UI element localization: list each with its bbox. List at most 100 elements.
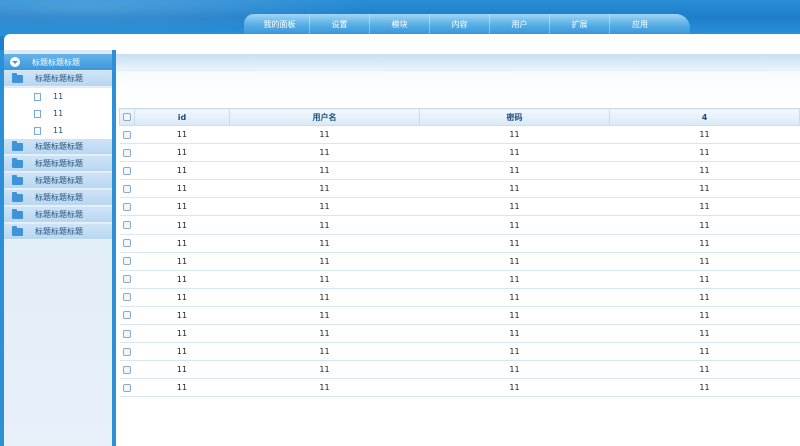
- sidebar-child-2[interactable]: 11: [4, 105, 112, 122]
- row-select-cell: [119, 306, 135, 326]
- table-cell: 11: [419, 161, 610, 181]
- nav-extensions[interactable]: 扩展: [550, 14, 610, 35]
- table-cell: 11: [134, 179, 230, 199]
- table-cell: 11: [609, 360, 800, 380]
- table-cell: 11: [134, 378, 230, 398]
- table-cell: 11: [134, 215, 230, 235]
- nav-modules[interactable]: 模块: [370, 14, 430, 35]
- table-cell: 11: [134, 197, 230, 217]
- row-select-cell: [119, 270, 135, 289]
- row-select-cell: [119, 179, 135, 199]
- table-cell: 11: [229, 342, 420, 362]
- table-cell: 11: [134, 270, 230, 289]
- table-row[interactable]: 11 11 11 11: [119, 342, 800, 362]
- sidebar-header[interactable]: 标题标题标题: [4, 54, 112, 70]
- table-cell: 11: [609, 378, 800, 398]
- table-row[interactable]: 11 11 11 11: [119, 306, 800, 326]
- row-checkbox[interactable]: [123, 130, 131, 139]
- nav-dashboard[interactable]: 我的面板: [250, 14, 310, 35]
- row-checkbox[interactable]: [123, 311, 131, 320]
- table-row[interactable]: 11 11 11 11: [119, 215, 800, 235]
- table-cell: 11: [419, 378, 610, 398]
- table-cell: 11: [419, 306, 610, 326]
- sidebar-group-6[interactable]: 标题标题标题: [4, 207, 112, 223]
- document-icon: [34, 126, 41, 135]
- row-select-cell: [119, 125, 135, 145]
- table-cell: 11: [134, 288, 230, 307]
- sidebar-group-7[interactable]: 标题标题标题: [4, 224, 112, 240]
- row-checkbox[interactable]: [123, 383, 131, 392]
- folder-icon: [12, 140, 23, 151]
- row-checkbox[interactable]: [123, 275, 131, 284]
- table-row[interactable]: 11 11 11 11: [119, 252, 800, 271]
- row-checkbox[interactable]: [123, 166, 131, 175]
- nav-apps[interactable]: 应用: [610, 14, 670, 35]
- row-checkbox[interactable]: [123, 293, 131, 302]
- table-row[interactable]: 11 11 11 11: [119, 197, 800, 217]
- row-checkbox[interactable]: [123, 365, 131, 374]
- sidebar-group-label: 标题标题标题: [35, 193, 83, 202]
- table-cell: 11: [419, 143, 610, 163]
- table-row[interactable]: 11 11 11 11: [119, 360, 800, 380]
- collapse-icon[interactable]: [10, 57, 20, 67]
- table-row[interactable]: 11 11 11 11: [119, 234, 800, 253]
- sidebar-group-3[interactable]: 标题标题标题: [4, 156, 112, 172]
- sidebar-group-label: 标题标题标题: [35, 176, 83, 185]
- table-cell: 11: [134, 234, 230, 253]
- sidebar-group-2[interactable]: 标题标题标题: [4, 139, 112, 155]
- row-checkbox[interactable]: [123, 347, 131, 356]
- table-row[interactable]: 11 11 11 11: [119, 288, 800, 307]
- table-cell: 11: [229, 179, 420, 199]
- table-cell: 11: [609, 288, 800, 307]
- table-row[interactable]: 11 11 11 11: [119, 161, 800, 181]
- row-checkbox[interactable]: [123, 257, 131, 266]
- row-select-cell: [119, 197, 135, 217]
- column-header-4[interactable]: 4: [609, 108, 800, 126]
- table-cell: 11: [229, 161, 420, 181]
- row-checkbox[interactable]: [123, 221, 131, 230]
- nav-users[interactable]: 用户: [490, 14, 550, 35]
- sidebar-group-4[interactable]: 标题标题标题: [4, 173, 112, 189]
- table-row[interactable]: 11 11 11 11: [119, 270, 800, 289]
- table-row[interactable]: 11 11 11 11: [119, 143, 800, 163]
- row-checkbox[interactable]: [123, 329, 131, 338]
- nav-content[interactable]: 内容: [430, 14, 490, 35]
- select-all-checkbox[interactable]: [123, 113, 131, 121]
- main-nav: 我的面板 设置 模块 内容 用户 扩展 应用: [244, 14, 690, 35]
- sidebar-child-label: 11: [53, 92, 64, 101]
- column-header-username[interactable]: 用户名: [229, 108, 420, 126]
- table-row[interactable]: 11 11 11 11: [119, 125, 800, 145]
- table-row[interactable]: 11 11 11 11: [119, 179, 800, 199]
- table-cell: 11: [229, 288, 420, 307]
- table-row[interactable]: 11 11 11 11: [119, 324, 800, 344]
- table-cell: 11: [609, 234, 800, 253]
- row-select-cell: [119, 252, 135, 271]
- table-cell: 11: [419, 125, 610, 145]
- row-select-cell: [119, 215, 135, 235]
- column-header-id[interactable]: id: [134, 108, 230, 126]
- sidebar-group-5[interactable]: 标题标题标题: [4, 190, 112, 206]
- sidebar-child-3[interactable]: 11: [4, 122, 112, 139]
- row-select-cell: [119, 342, 135, 362]
- row-select-cell: [119, 324, 135, 344]
- row-select-cell: [119, 234, 135, 253]
- content-top-bar: [116, 54, 800, 70]
- table-cell: 11: [229, 306, 420, 326]
- sidebar-group-label: 标题标题标题: [35, 227, 83, 236]
- table-row[interactable]: 11 11 11 11: [119, 378, 800, 398]
- row-select-cell: [119, 360, 135, 380]
- table-cell: 11: [419, 179, 610, 199]
- row-checkbox[interactable]: [123, 202, 131, 211]
- sidebar-group-label: 标题标题标题: [35, 210, 83, 219]
- row-checkbox[interactable]: [123, 148, 131, 157]
- table-cell: 11: [419, 215, 610, 235]
- content-toolbar: [116, 70, 800, 104]
- nav-settings[interactable]: 设置: [310, 14, 370, 35]
- sidebar-child-1[interactable]: 11: [4, 88, 112, 105]
- folder-icon: [12, 208, 23, 219]
- column-header-password[interactable]: 密码: [419, 108, 610, 126]
- row-checkbox[interactable]: [123, 184, 131, 193]
- table-cell: 11: [609, 161, 800, 181]
- sidebar-group-1[interactable]: 标题标题标题: [4, 71, 112, 87]
- row-checkbox[interactable]: [123, 239, 131, 248]
